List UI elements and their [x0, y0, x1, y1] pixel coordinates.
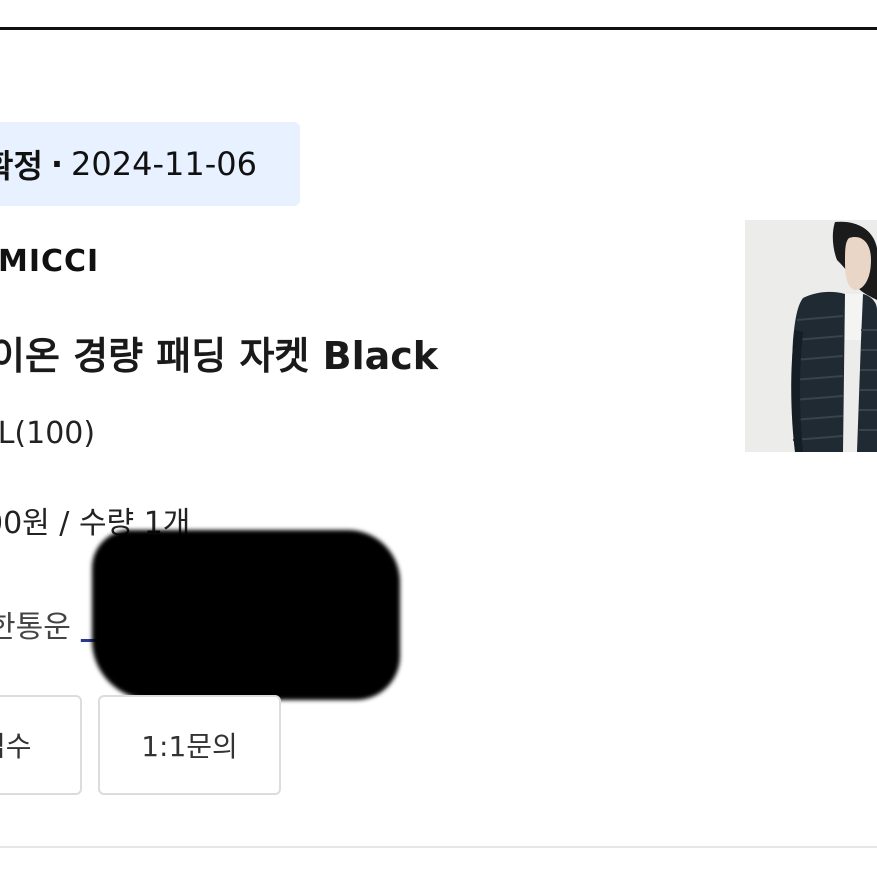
- brand-name[interactable]: MICCI: [0, 244, 99, 279]
- inquiry-button-label: 1:1문의: [141, 730, 238, 763]
- order-item-card: 확정 · 2024-11-06 MICCI 이온 경량 패딩 자켓 Black …: [0, 0, 877, 877]
- receipt-button[interactable]: 접수: [0, 695, 82, 795]
- redaction-mark: [92, 530, 400, 700]
- order-status-text: 확정: [0, 147, 43, 185]
- bottom-divider: [0, 846, 877, 848]
- product-thumbnail[interactable]: [745, 220, 877, 452]
- receipt-button-label: 접수: [0, 730, 32, 763]
- product-name[interactable]: 이온 경량 패딩 자켓 Black: [0, 325, 438, 380]
- inquiry-button[interactable]: 1:1문의: [98, 695, 281, 795]
- order-status-chip: 확정 · 2024-11-06: [0, 122, 300, 206]
- top-divider: [0, 27, 877, 30]
- status-separator: ·: [50, 145, 64, 183]
- order-date: 2024-11-06: [71, 145, 258, 183]
- product-option: ]L(100): [0, 416, 96, 451]
- jacket-photo-icon: [745, 220, 877, 452]
- shipping-carrier: 한통운: [0, 610, 71, 645]
